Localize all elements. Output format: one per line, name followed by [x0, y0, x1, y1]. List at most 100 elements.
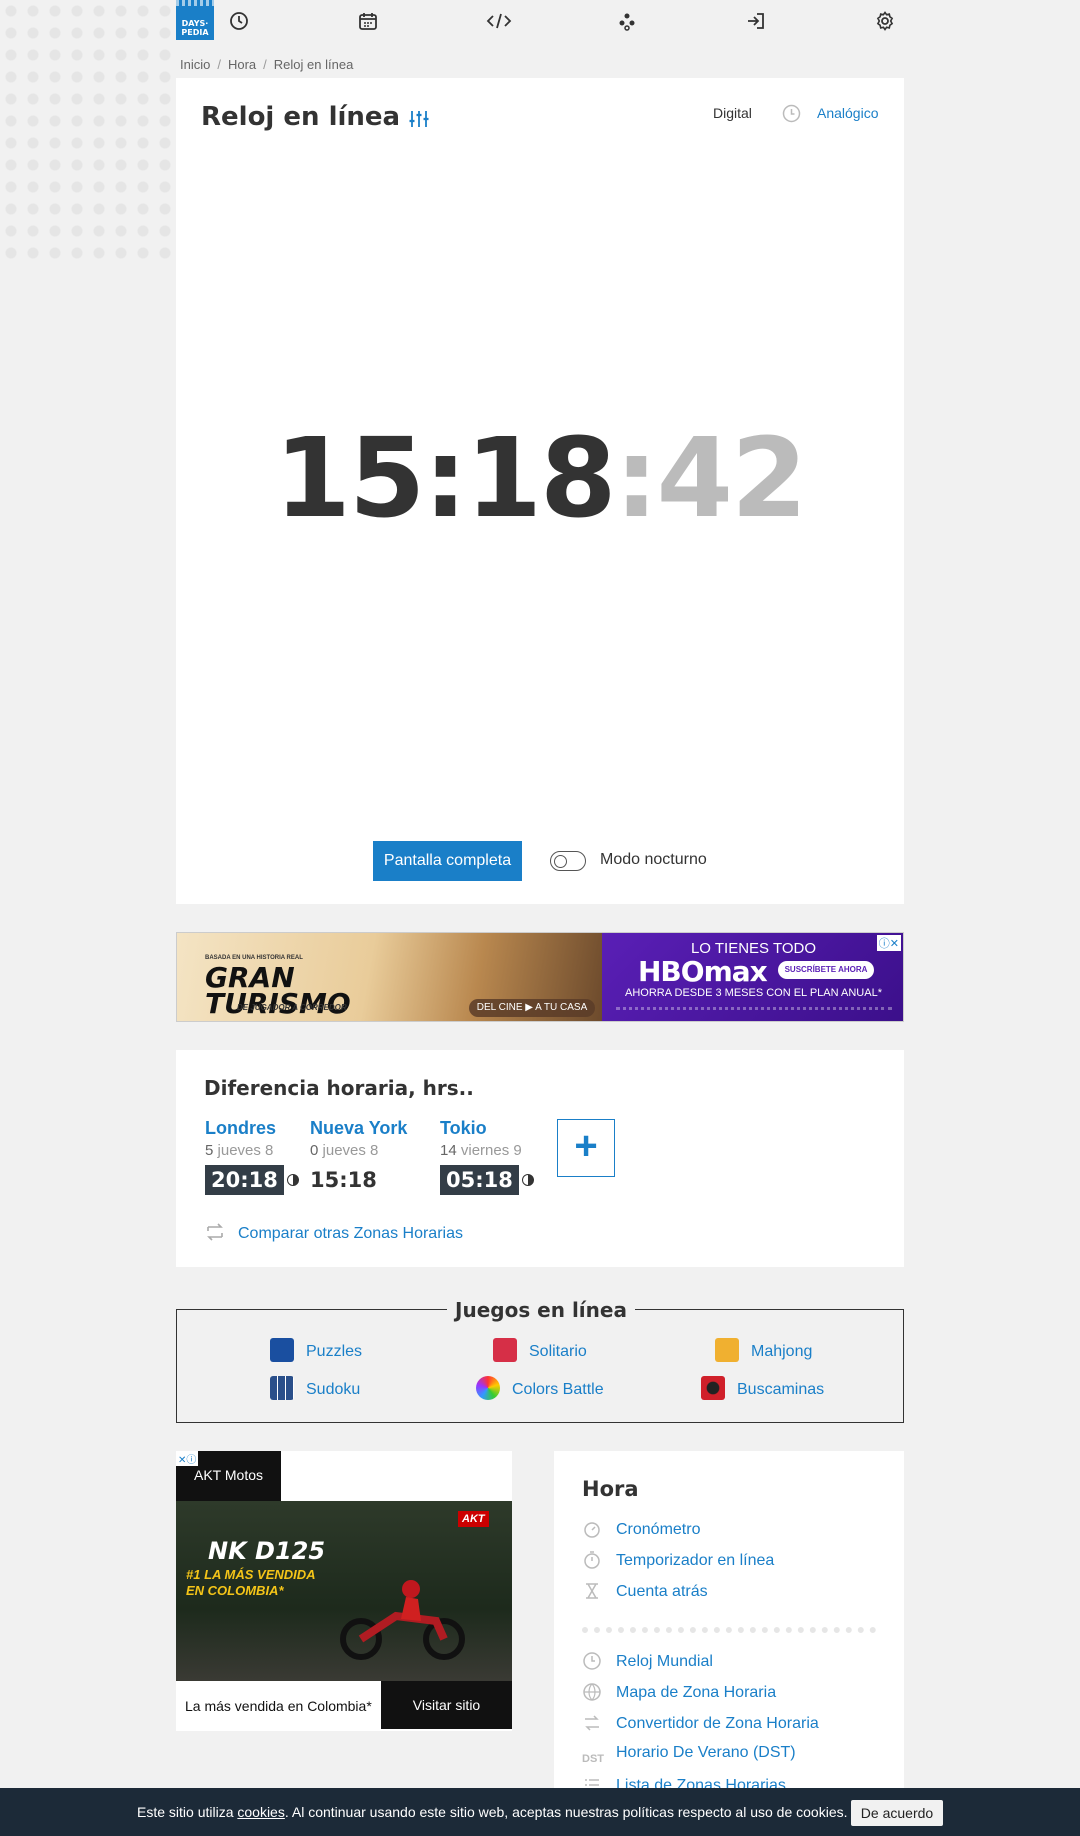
games-icon[interactable] [616, 10, 638, 32]
time-difference-title: Diferencia horaria, hrs.. [204, 1076, 474, 1100]
cookie-link[interactable]: cookies [237, 1804, 284, 1820]
night-mode-label: Modo nocturno [600, 851, 707, 868]
game-label: Solitario [529, 1343, 587, 1360]
code-icon[interactable] [486, 10, 512, 32]
top-nav: DAYS· PEDIA [176, 0, 904, 42]
night-mode-toggle[interactable] [550, 851, 586, 871]
ad-close-icon[interactable]: ⓘ✕ [876, 935, 901, 951]
cookie-text-after: . Al continuar usando este sitio web, ac… [284, 1804, 848, 1820]
night-icon [521, 1174, 534, 1186]
puzzle-icon [270, 1338, 294, 1362]
breadcrumb: Inicio / Hora / Reloj en línea [180, 57, 354, 72]
city-day: jueves 8 [322, 1142, 379, 1159]
visit-site-button[interactable]: Visitar sitio [381, 1681, 512, 1729]
ad-choices-icon[interactable]: ✕ⓘ [176, 1451, 199, 1466]
cookie-accept-button[interactable]: De acuerdo [851, 1800, 943, 1826]
compare-icon [204, 1223, 226, 1241]
mode-digital[interactable]: Digital [713, 105, 752, 121]
breadcrumb-current: Reloj en línea [273, 57, 354, 72]
ad-hb-fine-print [616, 1007, 892, 1015]
breadcrumb-hora[interactable]: Hora [228, 57, 256, 72]
globe-icon [582, 1682, 602, 1702]
logo-line-2: PEDIA [181, 28, 209, 37]
convert-icon [582, 1713, 602, 1733]
city-offset: 14 [440, 1142, 457, 1159]
menu-item-temporizador[interactable]: Temporizador en línea [582, 1550, 774, 1570]
menu-item-cuenta-atras[interactable]: Cuenta atrás [582, 1581, 708, 1601]
city-london: Londres 5 jueves 8 20:18 [205, 1118, 299, 1195]
game-label: Colors Battle [512, 1381, 604, 1398]
site-logo[interactable]: DAYS· PEDIA [176, 0, 214, 40]
add-city-button[interactable]: + [557, 1119, 615, 1177]
city-offset: 5 [205, 1142, 214, 1159]
city-name[interactable]: Tokio [440, 1118, 534, 1139]
sliders-icon[interactable] [408, 108, 430, 130]
compare-timezones-link[interactable]: Comparar otras Zonas Horarias [204, 1223, 463, 1243]
breadcrumb-inicio[interactable]: Inicio [180, 57, 210, 72]
city-day: viernes 9 [460, 1142, 522, 1159]
menu-item-label: Temporizador en línea [616, 1552, 775, 1569]
login-icon[interactable] [745, 10, 767, 32]
online-games-box: Juegos en línea Puzzles Solitario Mahjon… [176, 1298, 904, 1423]
clock-icon[interactable] [228, 10, 250, 32]
menu-item-reloj-mundial[interactable]: Reloj Mundial [582, 1651, 713, 1671]
hora-menu-title: Hora [582, 1477, 639, 1501]
game-solitario[interactable]: Solitario [493, 1338, 587, 1362]
cookie-banner: Este sitio utiliza cookies. Al continuar… [0, 1788, 1080, 1836]
menu-item-cronometro[interactable]: Cronómetro [582, 1519, 700, 1539]
city-offset: 0 [310, 1142, 319, 1159]
ad-hb-logo: HBOmax [638, 955, 768, 988]
fullscreen-button[interactable]: Pantalla completa [373, 841, 522, 881]
game-sudoku[interactable]: Sudoku [270, 1376, 360, 1400]
hora-menu-card: Hora Cronómetro Temporizador en línea Cu… [554, 1451, 904, 1836]
game-buscaminas[interactable]: Buscaminas [701, 1376, 824, 1400]
city-name[interactable]: Londres [205, 1118, 299, 1139]
menu-item-convertidor[interactable]: Convertidor de Zona Horaria [582, 1713, 819, 1733]
game-puzzles[interactable]: Puzzles [270, 1338, 362, 1362]
city-time: 15:18 [310, 1168, 377, 1192]
ad-hbomax[interactable]: LO TIENES TODO HBOmax SUSCRÍBETE AHORA A… [602, 933, 903, 1021]
ad-hb-offer: AHORRA DESDE 3 MESES CON EL PLAN ANUAL* [625, 987, 882, 999]
timer-icon [582, 1550, 602, 1570]
menu-item-label: Cronómetro [616, 1521, 701, 1538]
time-difference-card: Diferencia horaria, hrs.. Londres 5 juev… [176, 1050, 904, 1267]
ad-moto-model: NK D125 [208, 1537, 326, 1565]
stopwatch-icon [582, 1519, 602, 1539]
colors-battle-icon [476, 1376, 500, 1400]
cookie-text-before: Este sitio utiliza [137, 1804, 238, 1820]
countdown-icon [582, 1581, 602, 1601]
ad-hb-subscribe-button[interactable]: SUSCRÍBETE AHORA [778, 961, 874, 979]
motorcycle-rider-image [340, 1580, 465, 1660]
mode-analog-link[interactable]: Analógico [817, 105, 879, 121]
analog-clock-icon [782, 104, 801, 123]
game-colors-battle[interactable]: Colors Battle [476, 1376, 604, 1400]
game-label: Puzzles [306, 1343, 363, 1360]
ad-moto-claim: #1 LA MÁS VENDIDA EN COLOMBIA* [186, 1567, 316, 1598]
city-time: 05:18 [440, 1165, 519, 1195]
calendar-icon[interactable] [357, 10, 379, 32]
menu-item-dst[interactable]: DST Horario De Verano (DST) [582, 1744, 796, 1773]
ad-gran-turismo[interactable]: BASADA EN UNA HISTORIA REAL GRAN TURISMO… [177, 933, 602, 1021]
clock-hours-minutes: 15:18 [274, 414, 616, 542]
menu-item-label: Cuenta atrás [616, 1583, 708, 1600]
menu-item-label: Reloj Mundial [616, 1653, 713, 1670]
world-clock-icon [582, 1651, 602, 1671]
menu-item-mapa-zona[interactable]: Mapa de Zona Horaria [582, 1682, 776, 1702]
game-label: Buscaminas [737, 1381, 825, 1398]
city-name[interactable]: Nueva York [310, 1118, 407, 1139]
city-tokyo: Tokio 14 viernes 9 05:18 [440, 1118, 534, 1195]
city-new-york: Nueva York 0 jueves 8 15:18 [310, 1118, 407, 1195]
night-icon [286, 1174, 299, 1186]
ad-akt-motos[interactable]: AKT Motos ✕ⓘ AKT NK D125 #1 LA MÁS VENDI… [176, 1451, 512, 1731]
page-title: Reloj en línea [201, 102, 401, 132]
dst-icon: DST [582, 1753, 604, 1765]
compare-label: Comparar otras Zonas Horarias [238, 1225, 463, 1242]
background-pattern [0, 0, 176, 260]
logo-line-1: DAYS· [181, 19, 209, 28]
ad-banner[interactable]: BASADA EN UNA HISTORIA REAL GRAN TURISMO… [176, 932, 904, 1022]
gear-icon[interactable] [874, 10, 896, 32]
sudoku-grid-icon [270, 1376, 294, 1400]
mine-icon [701, 1376, 725, 1400]
game-mahjong[interactable]: Mahjong [715, 1338, 812, 1362]
digital-clock-display: 15:18:42 [176, 418, 904, 538]
